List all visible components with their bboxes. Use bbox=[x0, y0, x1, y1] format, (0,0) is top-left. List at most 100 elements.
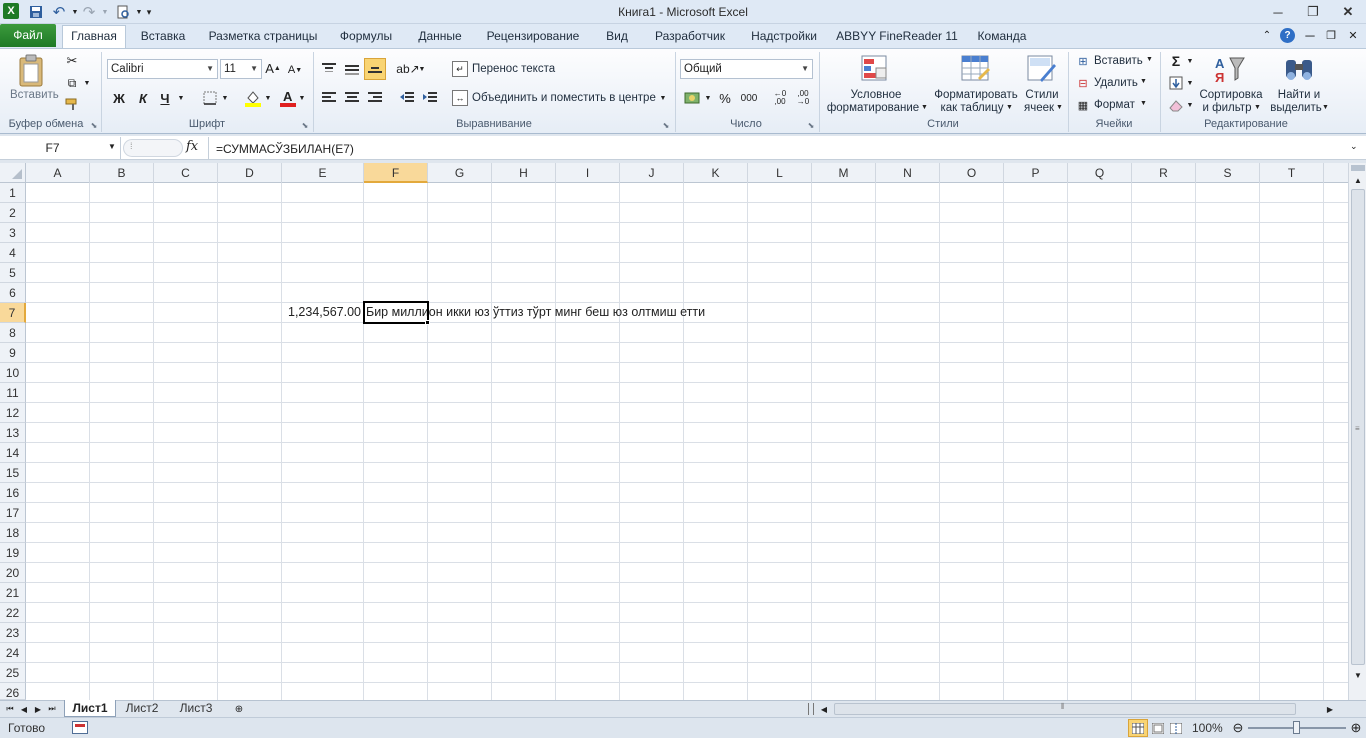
scroll-left-icon[interactable]: ◀ bbox=[818, 702, 830, 716]
delete-cells-button[interactable]: ⊟ Удалить ▼ bbox=[1074, 74, 1158, 92]
insert-sheet-icon[interactable]: ⊕ bbox=[230, 702, 248, 716]
align-bottom-icon[interactable] bbox=[364, 58, 386, 80]
tab-review[interactable]: Рецензирование bbox=[478, 24, 588, 48]
row-header-23[interactable]: 23 bbox=[0, 623, 26, 643]
decrease-font-size-icon[interactable]: A ▼ bbox=[288, 62, 302, 78]
thousands-separator-button[interactable]: 000 bbox=[738, 89, 760, 107]
column-header-q[interactable]: Q bbox=[1068, 163, 1132, 183]
fill-color-dropdown-icon[interactable]: ▼ bbox=[264, 93, 272, 103]
row-header-18[interactable]: 18 bbox=[0, 523, 26, 543]
tab-addins[interactable]: Надстройки bbox=[744, 24, 824, 48]
font-color-dropdown-icon[interactable]: ▼ bbox=[298, 93, 306, 103]
sheet-tab-2[interactable]: Лист2 bbox=[118, 701, 166, 717]
row-header-22[interactable]: 22 bbox=[0, 603, 26, 623]
accounting-format-icon[interactable] bbox=[683, 89, 703, 107]
tab-team[interactable]: Команда bbox=[972, 24, 1032, 48]
tab-view[interactable]: Вид bbox=[597, 24, 637, 48]
bold-button[interactable]: Ж bbox=[111, 89, 127, 107]
sheet-tab-1[interactable]: Лист1 bbox=[64, 700, 116, 717]
clear-icon[interactable] bbox=[1168, 97, 1184, 113]
normal-view-button[interactable] bbox=[1128, 719, 1148, 737]
number-dialog-launcher-icon[interactable]: ⬊ bbox=[806, 120, 816, 130]
column-header-c[interactable]: C bbox=[154, 163, 218, 183]
column-header-p[interactable]: P bbox=[1004, 163, 1068, 183]
cell-styles-button[interactable]: Стили ячеек ▼ bbox=[1020, 52, 1064, 118]
column-header-k[interactable]: K bbox=[684, 163, 748, 183]
row-header-6[interactable]: 6 bbox=[0, 283, 26, 303]
row-header-15[interactable]: 15 bbox=[0, 463, 26, 483]
accounting-dropdown-icon[interactable]: ▼ bbox=[704, 93, 712, 103]
increase-indent-icon[interactable] bbox=[421, 89, 439, 107]
tab-developer[interactable]: Разработчик bbox=[648, 24, 732, 48]
row-header-25[interactable]: 25 bbox=[0, 663, 26, 683]
workbook-minimize-icon[interactable]: ─ bbox=[1303, 28, 1317, 43]
row-header-13[interactable]: 13 bbox=[0, 423, 26, 443]
font-dialog-launcher-icon[interactable]: ⬊ bbox=[300, 120, 310, 130]
tab-insert[interactable]: Вставка bbox=[132, 24, 194, 48]
decrease-indent-icon[interactable] bbox=[398, 89, 416, 107]
cell-f7[interactable]: Бир миллион икки юз ўттиз тўрт минг беш … bbox=[366, 303, 966, 322]
percent-button[interactable]: % bbox=[716, 89, 734, 107]
zoom-slider-thumb[interactable] bbox=[1293, 721, 1300, 734]
row-header-2[interactable]: 2 bbox=[0, 203, 26, 223]
format-cells-button[interactable]: ▦ Формат ▼ bbox=[1074, 96, 1158, 114]
align-middle-icon[interactable] bbox=[343, 60, 361, 78]
row-header-10[interactable]: 10 bbox=[0, 363, 26, 383]
column-header-o[interactable]: O bbox=[940, 163, 1004, 183]
column-header-l[interactable]: L bbox=[748, 163, 812, 183]
align-right-icon[interactable] bbox=[366, 89, 384, 107]
page-break-preview-icon[interactable] bbox=[1168, 720, 1184, 736]
row-header-21[interactable]: 21 bbox=[0, 583, 26, 603]
tab-data[interactable]: Данные bbox=[410, 24, 470, 48]
column-header-m[interactable]: M bbox=[812, 163, 876, 183]
column-header-t[interactable]: T bbox=[1260, 163, 1324, 183]
workbook-restore-icon[interactable]: ❐ bbox=[1324, 28, 1338, 42]
alignment-dialog-launcher-icon[interactable]: ⬊ bbox=[661, 120, 671, 130]
horizontal-scroll-thumb[interactable]: ⦀ bbox=[834, 702, 1296, 715]
name-box[interactable]: F7 ▼ bbox=[0, 137, 121, 159]
zoom-level[interactable]: 100% bbox=[1192, 721, 1223, 735]
workbook-close-icon[interactable]: ✕ bbox=[1346, 28, 1360, 42]
minimize-icon[interactable]: ─ bbox=[1265, 2, 1291, 22]
row-header-9[interactable]: 9 bbox=[0, 343, 26, 363]
borders-dropdown-icon[interactable]: ▼ bbox=[221, 93, 229, 103]
vertical-scrollbar[interactable]: ▲ ≡ ▼ bbox=[1348, 163, 1366, 700]
tab-home[interactable]: Главная bbox=[62, 24, 126, 48]
insert-function-icon[interactable]: fx bbox=[186, 139, 198, 154]
tab-formulas[interactable]: Формулы bbox=[332, 24, 400, 48]
underline-button[interactable]: Ч bbox=[157, 89, 173, 107]
close-icon[interactable]: ✕ bbox=[1335, 2, 1361, 22]
copy-icon[interactable]: ⧉ bbox=[64, 75, 80, 91]
conditional-formatting-button[interactable]: Условное форматирование ▼ bbox=[823, 52, 929, 118]
column-header-g[interactable]: G bbox=[428, 163, 492, 183]
split-handle[interactable] bbox=[1351, 165, 1365, 171]
column-header-s[interactable]: S bbox=[1196, 163, 1260, 183]
fill-handle[interactable] bbox=[425, 320, 430, 325]
font-color-icon[interactable]: A bbox=[278, 88, 298, 108]
row-header-8[interactable]: 8 bbox=[0, 323, 26, 343]
scroll-right-icon[interactable]: ▶ bbox=[1324, 702, 1336, 716]
autosum-dropdown-icon[interactable]: ▼ bbox=[1186, 56, 1194, 66]
macro-record-icon[interactable] bbox=[72, 721, 88, 734]
column-header-h[interactable]: H bbox=[492, 163, 556, 183]
decrease-decimal-icon[interactable]: ,00 →0 bbox=[793, 88, 813, 108]
tab-abbyy[interactable]: ABBYY FineReader 11 bbox=[836, 24, 958, 48]
autosum-icon[interactable]: Σ bbox=[1168, 53, 1184, 69]
borders-icon[interactable] bbox=[201, 89, 219, 107]
clipboard-dialog-launcher-icon[interactable]: ⬊ bbox=[89, 120, 99, 130]
cell-e7[interactable]: 1,234,567.00 bbox=[282, 303, 363, 322]
worksheet-grid[interactable]: 1,234,567.00 Бир миллион икки юз ўттиз т… bbox=[26, 183, 1348, 700]
fill-color-icon[interactable] bbox=[243, 88, 263, 108]
row-header-1[interactable]: 1 bbox=[0, 183, 26, 203]
find-select-button[interactable]: Найти и выделить ▼ bbox=[1268, 52, 1330, 118]
wrap-text-button[interactable]: ↵ Перенос текста bbox=[450, 59, 610, 79]
column-header-r[interactable]: R bbox=[1132, 163, 1196, 183]
orientation-dropdown-icon[interactable]: ▼ bbox=[418, 64, 426, 74]
tab-split-handle[interactable] bbox=[808, 703, 814, 715]
vertical-scroll-thumb[interactable]: ≡ bbox=[1351, 189, 1365, 665]
column-header-a[interactable]: A bbox=[26, 163, 90, 183]
increase-decimal-icon[interactable]: ←0,00 bbox=[770, 88, 790, 108]
row-header-20[interactable]: 20 bbox=[0, 563, 26, 583]
row-header-16[interactable]: 16 bbox=[0, 483, 26, 503]
prev-sheet-icon[interactable]: ◀ bbox=[18, 702, 30, 716]
